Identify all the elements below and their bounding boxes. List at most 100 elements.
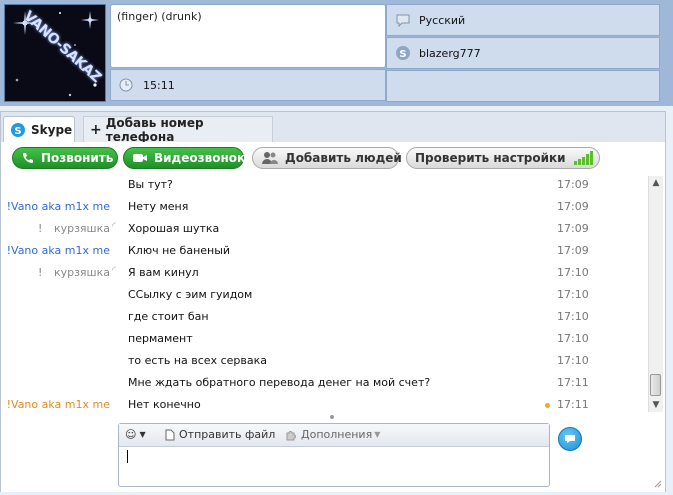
skype-logo-icon: S (395, 45, 411, 64)
smiley-icon: ☺ (125, 428, 137, 441)
message-text: где стоит бан (128, 310, 209, 323)
chevron-down-icon: ▼ (139, 430, 146, 439)
message-time: 17:10 (557, 332, 589, 345)
check-settings-label: Проверить настройки (415, 151, 566, 165)
message-row: ! курзяшка ◜ Я вам кинул 17:10 (0, 262, 648, 284)
message-text: то есть на всех сервака (128, 354, 267, 367)
message-time: 17:10 (557, 288, 589, 301)
message-input[interactable] (127, 450, 128, 463)
tab-add-phone[interactable]: + Добавь номер телефона (83, 115, 273, 144)
message-row: !Vano aka m1x me Нет конечно 17:11 (0, 394, 648, 412)
message-text: Я вам кинул (128, 266, 199, 279)
pending-spinner-icon: ◜ (112, 221, 116, 232)
send-message-button[interactable] (558, 427, 582, 451)
send-file-button[interactable]: Отправить файл (165, 428, 275, 441)
tab-bar: S Skype + Добавь номер телефона (0, 111, 666, 144)
message-sender[interactable]: !Vano aka m1x me (7, 200, 110, 213)
add-people-icon (261, 151, 279, 165)
scroll-down-arrow-icon[interactable]: ▼ (649, 398, 663, 412)
language-label: Русский (419, 14, 466, 27)
skype-logo-icon: S (10, 122, 26, 138)
svg-text:S: S (14, 126, 21, 137)
chat-bubble-icon (565, 435, 575, 443)
chevron-down-icon: ▼ (374, 430, 381, 439)
tab-skype[interactable]: S Skype (3, 116, 75, 142)
scroll-thumb[interactable] (650, 374, 661, 396)
message-time: 17:11 (557, 376, 589, 389)
message-time: 17:09 (557, 244, 589, 257)
call-button[interactable]: Позвонить (12, 147, 118, 169)
message-text: Мне ждать обратного перевода денег на мо… (128, 376, 431, 389)
message-text: Хорошая шутка (128, 222, 220, 235)
call-label: Позвонить (41, 151, 114, 165)
message-row: пермамент 17:10 (0, 328, 648, 350)
video-call-button[interactable]: Видеозвонок (123, 147, 246, 169)
message-sender[interactable]: курзяшка (54, 222, 110, 235)
resize-grip-icon[interactable] (652, 478, 662, 488)
message-time: 17:11 (557, 398, 589, 411)
mood-message[interactable]: (finger) (drunk) (110, 4, 386, 68)
message-sender[interactable]: !Vano aka m1x me (7, 244, 110, 257)
message-time: 17:09 (557, 200, 589, 213)
scroll-up-arrow-icon[interactable]: ▲ (649, 176, 663, 190)
emoticons-button[interactable]: ☺ ▼ (125, 428, 146, 441)
pane-splitter-handle[interactable] (330, 415, 334, 419)
message-text: Вы тут? (128, 178, 173, 191)
signal-bars-icon (573, 151, 594, 165)
empty-info-row (386, 70, 660, 102)
action-bar: Позвонить Видеозвонок Добавить людей Про… (0, 142, 664, 174)
add-people-label: Добавить людей (285, 151, 402, 165)
new-message-dot (545, 403, 550, 408)
warning-mark: ! (38, 266, 43, 279)
message-row: ! курзяшка ◜ Хорошая шутка 17:09 (0, 218, 648, 240)
message-row: !Vano aka m1x me Нету меня 17:09 (0, 196, 648, 218)
message-text: Нету меня (128, 200, 189, 213)
message-sender[interactable]: курзяшка (54, 266, 110, 279)
message-time: 17:09 (557, 178, 589, 191)
message-time: 17:10 (557, 310, 589, 323)
language-row: Русский (386, 4, 660, 36)
profile-header: VANO-SAKAZ (finger) (drunk) 15:11 Русски… (0, 0, 673, 106)
local-time-row: 15:11 (110, 69, 386, 101)
avatar[interactable]: VANO-SAKAZ (4, 4, 106, 102)
check-settings-button[interactable]: Проверить настройки (406, 147, 600, 169)
message-row: !Vano aka m1x me Ключ не баненый 17:09 (0, 240, 648, 262)
clock-icon (119, 78, 133, 95)
message-text: Ключ не баненый (128, 244, 231, 257)
warning-mark: ! (38, 222, 43, 235)
skype-name-row: S blazerg777 (386, 37, 660, 69)
chat-scrollbar[interactable]: ▲ ▼ (648, 176, 663, 412)
add-people-button[interactable]: Добавить людей (252, 147, 402, 169)
message-compose-box: ☺ ▼ Отправить файл Дополнения ▼ (118, 423, 550, 487)
plus-icon: + (90, 121, 102, 138)
message-text: Нет конечно (128, 398, 201, 411)
message-row: то есть на всех сервака 17:10 (0, 350, 648, 372)
message-list[interactable]: Вы тут? 17:09 !Vano aka m1x me Нету меня… (0, 174, 648, 412)
message-text: пермамент (128, 332, 193, 345)
mood-text: (finger) (drunk) (117, 10, 202, 23)
message-row: где стоит бан 17:10 (0, 306, 648, 328)
speech-bubble-icon (395, 12, 411, 31)
message-row: Мне ждать обратного перевода денег на мо… (0, 372, 648, 394)
message-text: ССылку с эим гуидом (128, 288, 253, 301)
message-time: 17:09 (557, 222, 589, 235)
tab-label: Добавь номер телефона (105, 115, 204, 144)
extras-button[interactable]: Дополнения ▼ (285, 428, 380, 441)
message-sender[interactable]: !Vano aka m1x me (7, 398, 110, 411)
message-time: 17:10 (557, 354, 589, 367)
message-row: Вы тут? 17:09 (0, 174, 648, 196)
tab-label: Skype (31, 122, 73, 137)
send-file-label: Отправить файл (179, 428, 276, 441)
skype-name: blazerg777 (419, 47, 481, 60)
pending-spinner-icon: ◜ (112, 265, 116, 276)
video-call-label: Видеозвонок (154, 151, 246, 165)
message-row: ССылку с эим гуидом 17:10 (0, 284, 648, 306)
compose-toolbar: ☺ ▼ Отправить файл Дополнения ▼ (119, 424, 549, 447)
phone-icon (21, 151, 35, 165)
extras-label: Дополнения (301, 428, 373, 441)
file-icon (165, 429, 175, 441)
puzzle-icon (285, 429, 297, 441)
profile-info: Русский S blazerg777 (386, 4, 660, 103)
message-time: 17:10 (557, 266, 589, 279)
svg-text:S: S (399, 49, 406, 60)
